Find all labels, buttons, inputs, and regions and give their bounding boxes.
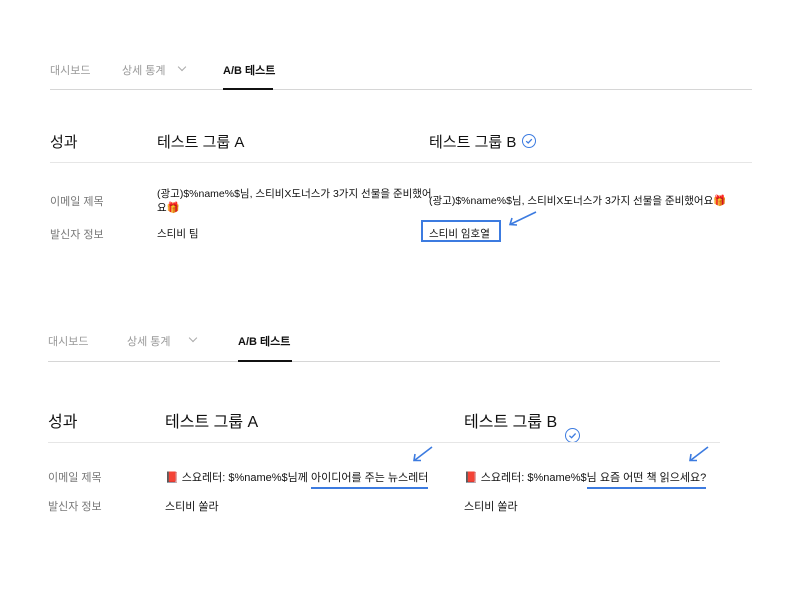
- tab-dashboard[interactable]: 대시보드: [48, 333, 88, 349]
- subject-label: 이메일 제목: [48, 472, 102, 484]
- tab-active-underline: [223, 88, 273, 90]
- group-b-subject-highlight: 님 요즘 어떤 책 읽으세요?: [586, 472, 707, 489]
- sender-label: 발신자 정보: [48, 501, 102, 513]
- group-a-sender: 스티비 쏠라: [165, 501, 219, 513]
- tab-bar-line: [50, 89, 752, 90]
- panel-1: 대시보드 상세 통계 A/B 테스트 성과 테스트 그룹 A 테스트 그룹 B …: [0, 0, 800, 242]
- tab-bar-line: [48, 361, 720, 362]
- group-a-subject: 📕 스요레터: $%name%$님께 아이디어를 주는 뉴스레터: [165, 469, 429, 489]
- sender-label: 발신자 정보: [50, 229, 104, 241]
- group-a-subject-line1: (광고)$%name%$님, 스티비X도너스가 3가지 선물을 준비했어: [157, 188, 432, 200]
- perf-heading: 성과: [48, 414, 78, 431]
- tab-active-underline: [238, 360, 292, 362]
- chevron-down-icon[interactable]: [188, 333, 198, 343]
- group-a-sender: 스티비 팀: [157, 228, 199, 240]
- header-divider: [48, 442, 720, 443]
- annotation-arrow-icon: [508, 211, 537, 226]
- group-b-subject: 📕 스요레터: $%name%$님 요즘 어떤 책 읽으세요?: [464, 469, 707, 489]
- perf-heading: 성과: [50, 134, 78, 151]
- tab-detail-stats[interactable]: 상세 통계: [127, 333, 171, 349]
- group-a-subject-highlight: 아이디어를 주는 뉴스레터: [310, 472, 429, 489]
- group-b-heading: 테스트 그룹 B: [464, 414, 558, 431]
- group-b-sender: 스티비 임호열: [429, 228, 490, 240]
- header-divider: [50, 162, 752, 163]
- annotation-arrow-icon: [413, 446, 433, 462]
- tab-dashboard[interactable]: 대시보드: [50, 62, 90, 78]
- subject-label: 이메일 제목: [50, 196, 104, 208]
- group-b-subject-prefix: 📕 스요레터: $%name%$: [464, 472, 587, 484]
- panel-2: 대시보드 상세 통계 A/B 테스트 성과 테스트 그룹 A 테스트 그룹 B …: [0, 18, 800, 513]
- group-a-subject-line2: 요🎁: [157, 202, 180, 214]
- group-b-heading: 테스트 그룹 B: [429, 134, 517, 151]
- group-a-heading: 테스트 그룹 A: [165, 414, 259, 431]
- chevron-down-icon[interactable]: [177, 62, 187, 72]
- annotation-arrow-icon: [689, 446, 709, 462]
- group-b-subject: (광고)$%name%$님, 스티비X도너스가 3가지 선물을 준비했어요🎁: [429, 195, 727, 207]
- check-circle-icon: [522, 133, 536, 148]
- group-a-heading: 테스트 그룹 A: [157, 134, 245, 151]
- tab-ab-test[interactable]: A/B 테스트: [238, 333, 290, 349]
- tab-detail-stats[interactable]: 상세 통계: [122, 62, 166, 78]
- tab-ab-test[interactable]: A/B 테스트: [223, 62, 275, 78]
- group-a-subject-prefix: 📕 스요레터: $%name%$님께: [165, 472, 311, 484]
- group-b-sender: 스티비 쏠라: [464, 501, 518, 513]
